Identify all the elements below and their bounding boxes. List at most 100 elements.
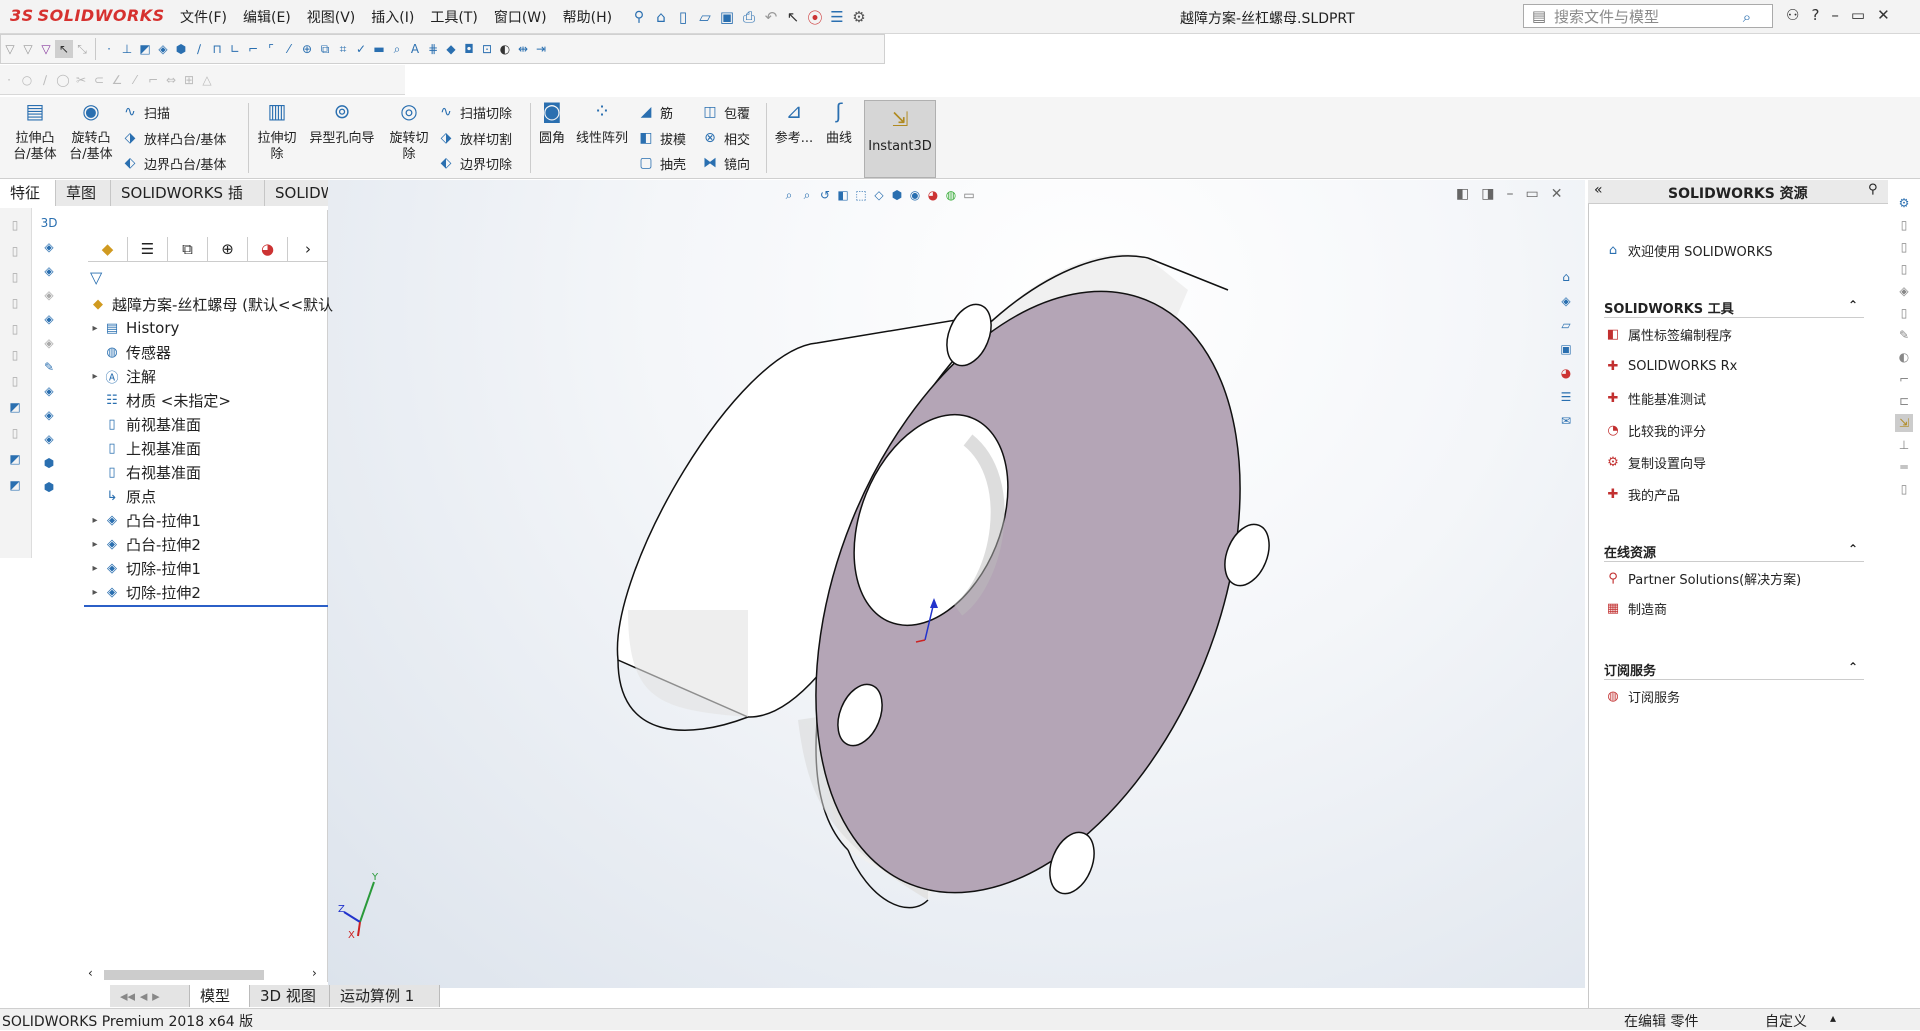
tree-item[interactable]: ▸ Ⓐ 注解 <box>88 365 156 387</box>
display-manager-tab-icon[interactable]: ◕ <box>248 236 288 261</box>
menu-help[interactable]: 帮助(H) <box>563 7 612 27</box>
zoom-to-area-icon[interactable]: ⌕ <box>798 186 816 204</box>
hole-wizard-button[interactable]: ⊚ 异型孔向导 <box>302 99 382 147</box>
tree-item[interactable]: ▸ ◈ 凸台-拉伸2 <box>88 533 200 555</box>
tool-icon[interactable]: ◩ <box>6 450 24 468</box>
text-icon[interactable]: A <box>406 40 424 58</box>
task-pane-link[interactable]: ▦ 制造商 <box>1604 598 1667 618</box>
mirror-button[interactable]: ⧓ 镜向 <box>700 152 750 174</box>
part-icon[interactable]: ◈ <box>40 430 58 448</box>
viewport-minimize-icon[interactable]: – <box>1506 186 1513 202</box>
sweep-button[interactable]: ∿ 扫描 <box>120 101 170 123</box>
tab-3d-view[interactable]: 3D 视图 <box>250 985 330 1007</box>
previous-view-icon[interactable]: ↺ <box>816 186 834 204</box>
select-arrow-icon[interactable]: ↖ <box>782 6 804 28</box>
property-manager-tab-icon[interactable]: ☰ <box>128 236 168 261</box>
menu-window[interactable]: 窗口(W) <box>494 7 547 27</box>
part-library-icon[interactable]: ◈ <box>1557 292 1575 310</box>
expand-arrow-icon[interactable]: ▸ <box>88 323 102 334</box>
curves-button[interactable]: ʃ 曲线 <box>818 99 860 147</box>
filter-toggle-icon[interactable]: ▽ <box>19 40 37 58</box>
revolve-cut-button[interactable]: ◎ 旋转切 除 <box>382 99 436 163</box>
tool-icon[interactable]: ▯ <box>6 424 24 442</box>
tool-icon[interactable]: ▯ <box>6 216 24 234</box>
part-icon[interactable]: ◈ <box>40 286 58 304</box>
intersect-button[interactable]: ⊗ 相交 <box>700 127 750 149</box>
zoom-to-fit-icon[interactable]: ⌕ <box>780 186 798 204</box>
task-pane-link[interactable]: ◧ 属性标签编制程序 <box>1604 324 1732 344</box>
extrude-cut-button[interactable]: ▥ 拉伸切 除 <box>250 99 304 163</box>
corner-tool-icon[interactable]: ⌐ <box>144 71 162 89</box>
minimize-button[interactable]: – <box>1831 6 1839 24</box>
file-explorer-icon[interactable]: ▱ <box>1557 316 1575 334</box>
magnetic-lines-icon[interactable]: ⤡ <box>73 40 91 58</box>
rib-button[interactable]: ◢ 筋 <box>636 101 673 123</box>
tree-filter-icon[interactable]: ▽ <box>90 268 102 287</box>
tab-motion-study[interactable]: 运动算例 1 <box>330 985 440 1007</box>
snap-icon[interactable]: ⊡ <box>478 40 496 58</box>
dynamic-annotation-icon[interactable]: ⬚ <box>852 186 870 204</box>
grid-align-icon[interactable]: ⋕ <box>424 40 442 58</box>
solidworks-resources-icon[interactable]: ⚙ <box>1895 194 1913 212</box>
units-dropdown-icon[interactable]: ▴ <box>1830 1011 1836 1025</box>
tab-sketch[interactable]: 草图 <box>56 180 111 206</box>
shape-icon[interactable]: ◆ <box>442 40 460 58</box>
coordinate-icon[interactable]: ◈ <box>154 40 172 58</box>
custom-properties-icon[interactable]: ☰ <box>1557 388 1575 406</box>
linear-pattern-button[interactable]: ⁘ 线性阵列 <box>572 99 632 147</box>
tool-tab-icon[interactable]: ▯ <box>1895 480 1913 498</box>
dimxpert-tab-icon[interactable]: ⊕ <box>208 236 248 261</box>
tab-nav-arrows[interactable]: ◂◂ ◂ ▸ ▸▸ <box>110 985 190 1027</box>
extrude-boss-button[interactable]: ▤ 拉伸凸 台/基体 <box>8 99 62 163</box>
viewport-close-icon[interactable]: ✕ <box>1551 186 1563 202</box>
part-icon[interactable]: ◈ <box>40 310 58 328</box>
tree-item[interactable]: ↳ 原点 <box>88 485 156 507</box>
triangle-icon[interactable]: △ <box>198 71 216 89</box>
loft-cut-button[interactable]: ⬗ 放样切割 <box>436 127 512 149</box>
tree-item[interactable]: ▯ 前视基准面 <box>88 413 201 435</box>
tree-item[interactable]: ▸ ◈ 凸台-拉伸1 <box>88 509 200 531</box>
new-document-icon[interactable]: ▯ <box>672 6 694 28</box>
axis-icon[interactable]: ⊥ <box>118 40 136 58</box>
tool-icon[interactable]: ▯ <box>6 372 24 390</box>
edit-appearance-icon[interactable]: ◕ <box>924 186 942 204</box>
part-icon[interactable]: ◈ <box>40 334 58 352</box>
tool-icon[interactable]: ◩ <box>6 476 24 494</box>
scroll-thumb[interactable] <box>104 970 264 980</box>
hide-show-icon[interactable]: ◉ <box>906 186 924 204</box>
grid-icon[interactable]: ⊞ <box>180 71 198 89</box>
chevron-up-icon[interactable]: ⌃ <box>1848 298 1858 312</box>
instant3d-button[interactable]: ⇲ Instant3D <box>864 100 936 178</box>
loft-boss-button[interactable]: ⬗ 放样凸台/基体 <box>120 127 227 149</box>
draft-button[interactable]: ◧ 拔模 <box>636 127 686 149</box>
traffic-light-icon[interactable]: ⦿ <box>804 6 826 28</box>
fence-icon[interactable]: ⊓ <box>208 40 226 58</box>
sketch-icon[interactable]: ✎ <box>40 358 58 376</box>
menu-edit[interactable]: 编辑(E) <box>243 7 291 27</box>
print-icon[interactable]: ⎙ <box>738 6 760 28</box>
corner-icon[interactable]: ⌐ <box>244 40 262 58</box>
options-gear-icon[interactable]: ⚙ <box>848 6 870 28</box>
status-units[interactable]: 自定义 <box>1765 1011 1807 1031</box>
pin-pane-icon[interactable]: ⚲ <box>1868 182 1878 197</box>
solid-icon[interactable]: ⬢ <box>172 40 190 58</box>
shell-button[interactable]: ▢ 抽壳 <box>636 152 686 174</box>
tree-item[interactable]: ▸ ▤ History <box>88 317 179 339</box>
circle-tool-icon[interactable]: ◯ <box>54 71 72 89</box>
view-palette-icon[interactable]: ▣ <box>1557 340 1575 358</box>
scroll-left-icon[interactable]: ‹ <box>88 966 93 980</box>
cad-models-icon[interactable]: ◐ <box>1895 348 1913 366</box>
menu-insert[interactable]: 插入(I) <box>371 7 414 27</box>
section-view-icon[interactable]: ◧ <box>834 186 852 204</box>
feature-manager-tab-icon[interactable]: ◆ <box>88 236 128 261</box>
check-icon[interactable]: ✓ <box>352 40 370 58</box>
revolve-boss-button[interactable]: ◉ 旋转凸 台/基体 <box>64 99 118 163</box>
cube-icon[interactable]: ⬢ <box>40 478 58 496</box>
filter-vertices-icon[interactable]: ▽ <box>37 40 55 58</box>
appearance-icon[interactable]: ◐ <box>496 40 514 58</box>
expand-tabs-icon[interactable]: › <box>288 237 328 261</box>
tree-item[interactable]: ▸ ◈ 切除-拉伸1 <box>88 557 200 579</box>
move-icon[interactable]: ⇹ <box>514 40 532 58</box>
target-icon[interactable]: ⊕ <box>298 40 316 58</box>
restore-button[interactable]: ▭ <box>1851 6 1865 24</box>
